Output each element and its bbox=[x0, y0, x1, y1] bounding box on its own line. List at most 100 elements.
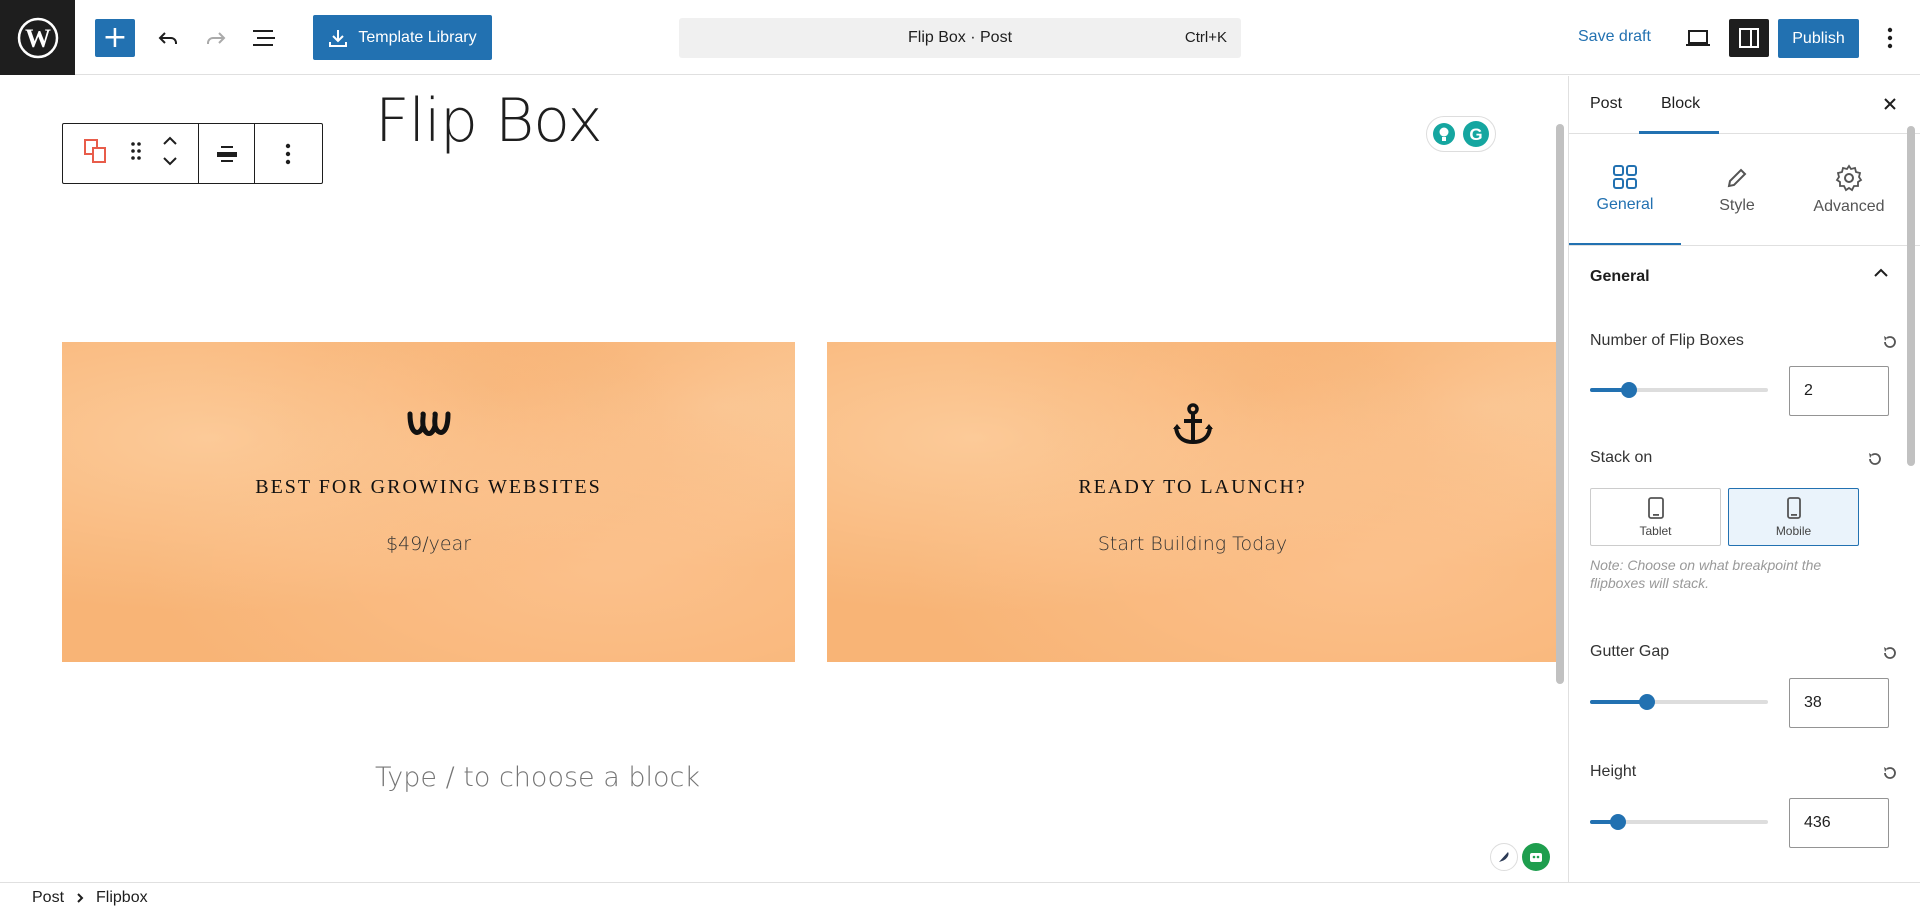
options-menu-button[interactable] bbox=[1872, 19, 1908, 57]
gutter-gap-input[interactable]: 38 bbox=[1789, 678, 1889, 728]
mobile-icon bbox=[1786, 497, 1801, 519]
height-label: Height bbox=[1590, 763, 1637, 780]
drag-handle[interactable] bbox=[130, 141, 142, 166]
reset-icon[interactable] bbox=[1882, 765, 1898, 781]
chevron-up-down-icon bbox=[163, 136, 177, 166]
number-of-flipboxes-input[interactable]: 2 bbox=[1789, 366, 1889, 416]
document-overview-button[interactable] bbox=[244, 19, 284, 57]
command-palette-button[interactable]: Flip Box · Post Ctrl+K bbox=[679, 18, 1241, 58]
more-vertical-icon bbox=[285, 143, 291, 164]
close-sidebar-button[interactable] bbox=[1876, 90, 1904, 118]
align-button[interactable] bbox=[199, 124, 255, 183]
laptop-icon bbox=[1686, 30, 1710, 46]
gutter-gap-slider[interactable] bbox=[1590, 694, 1768, 710]
lightbulb-icon bbox=[1433, 123, 1456, 145]
stack-tablet-label: Tablet bbox=[1639, 524, 1672, 538]
pencil-icon bbox=[1727, 168, 1747, 187]
breadcrumb: Post Flipbox bbox=[0, 882, 1920, 912]
wordpress-logo-button[interactable]: W bbox=[0, 0, 75, 75]
publish-label: Publish bbox=[1792, 29, 1845, 47]
grid-icon bbox=[1613, 164, 1637, 189]
anchor-icon bbox=[1171, 402, 1215, 446]
tab-style[interactable]: Style bbox=[1681, 134, 1793, 245]
reset-icon[interactable] bbox=[1882, 334, 1898, 350]
save-draft-button[interactable]: Save draft bbox=[1578, 28, 1651, 46]
reset-icon[interactable] bbox=[1867, 451, 1883, 467]
editor-header: W + Template Library Flip Box · Post Ctr… bbox=[0, 0, 1920, 75]
flipbox-block-icon bbox=[84, 139, 107, 163]
redo-icon bbox=[207, 32, 226, 44]
number-of-flipboxes-label: Number of Flip Boxes bbox=[1590, 332, 1744, 349]
shortcut-hint: Ctrl+K bbox=[1184, 29, 1227, 46]
panel-title[interactable]: General bbox=[1590, 268, 1650, 286]
height-slider[interactable] bbox=[1590, 814, 1768, 830]
move-buttons[interactable] bbox=[162, 134, 178, 173]
editor-canvas: Flip Box G BEST FOR GROWING WEBSITES $49… bbox=[0, 76, 1568, 882]
wordpress-icon: W bbox=[17, 17, 58, 58]
grammarly-icon: G bbox=[1462, 121, 1489, 147]
plus-icon: + bbox=[102, 20, 128, 55]
breadcrumb-flipbox[interactable]: Flipbox bbox=[96, 889, 148, 907]
reset-icon[interactable] bbox=[1882, 645, 1898, 661]
block-toolbar bbox=[62, 123, 323, 184]
more-vertical-icon bbox=[1887, 27, 1893, 49]
breadcrumb-post[interactable]: Post bbox=[32, 889, 64, 907]
publish-button[interactable]: Publish bbox=[1778, 19, 1859, 58]
list-view-icon bbox=[253, 30, 275, 46]
chevron-right-icon bbox=[77, 892, 84, 903]
sidebar-icon bbox=[1739, 28, 1759, 48]
robot-icon bbox=[1530, 853, 1542, 862]
stack-tablet-button[interactable]: Tablet bbox=[1590, 488, 1721, 546]
flipbox-subtitle: Start Building Today bbox=[1097, 533, 1288, 555]
settings-sidebar-toggle[interactable] bbox=[1729, 19, 1769, 57]
height-input[interactable]: 436 bbox=[1789, 798, 1889, 848]
stack-mobile-label: Mobile bbox=[1775, 524, 1812, 538]
stack-note: Note: Choose on what breakpoint the flip… bbox=[1590, 557, 1822, 591]
slider-thumb[interactable] bbox=[1621, 382, 1638, 398]
document-title: Flip Box · Post bbox=[907, 29, 1013, 46]
block-placeholder[interactable]: Type / to choose a block bbox=[375, 762, 700, 793]
flipbox-title: READY TO LAUNCH? bbox=[1078, 476, 1307, 498]
tab-advanced-label: Advanced bbox=[1813, 197, 1885, 215]
stack-mobile-button[interactable]: Mobile bbox=[1728, 488, 1859, 546]
settings-sidebar: Post Block General Style Advanced Genera… bbox=[1568, 76, 1920, 882]
tab-general-label: General bbox=[1596, 195, 1654, 213]
post-title[interactable]: Flip Box bbox=[375, 86, 603, 156]
grammarly-widget[interactable]: G bbox=[1426, 116, 1496, 152]
tab-style-label: Style bbox=[1719, 196, 1755, 214]
undo-button[interactable] bbox=[148, 19, 188, 57]
sidebar-tabs: Post Block bbox=[1569, 76, 1920, 134]
flipbox-2[interactable]: READY TO LAUNCH? Start Building Today bbox=[827, 342, 1558, 662]
number-of-flipboxes-slider[interactable] bbox=[1590, 382, 1768, 398]
feather-button[interactable] bbox=[1490, 843, 1518, 871]
slider-thumb[interactable] bbox=[1610, 814, 1627, 830]
tab-block[interactable]: Block bbox=[1661, 95, 1700, 113]
canvas-scrollbar[interactable] bbox=[1556, 124, 1564, 684]
inspector-tabs: General Style Advanced bbox=[1569, 134, 1920, 246]
tablet-icon bbox=[1647, 497, 1664, 519]
weebly-logo-icon bbox=[406, 402, 452, 446]
download-icon bbox=[329, 29, 348, 47]
add-block-button[interactable]: + bbox=[95, 19, 135, 57]
robot-button[interactable] bbox=[1522, 843, 1550, 871]
tab-general[interactable]: General bbox=[1569, 134, 1681, 245]
template-library-label: Template Library bbox=[358, 28, 477, 46]
drag-handle-icon bbox=[130, 142, 141, 160]
align-wide-icon bbox=[216, 145, 237, 162]
preview-button[interactable] bbox=[1678, 19, 1718, 57]
tab-post[interactable]: Post bbox=[1590, 95, 1622, 113]
redo-button[interactable] bbox=[196, 19, 236, 57]
feather-icon bbox=[1499, 852, 1509, 862]
block-options-button[interactable] bbox=[255, 124, 321, 183]
floating-tools bbox=[1490, 842, 1550, 872]
block-type-button[interactable] bbox=[83, 138, 109, 169]
svg-text:W: W bbox=[25, 24, 51, 53]
flipbox-subtitle: $49/year bbox=[385, 533, 472, 555]
chevron-up-icon[interactable] bbox=[1872, 264, 1890, 282]
flipbox-1[interactable]: BEST FOR GROWING WEBSITES $49/year bbox=[62, 342, 795, 662]
slider-thumb[interactable] bbox=[1638, 694, 1655, 710]
tab-advanced[interactable]: Advanced bbox=[1793, 134, 1905, 245]
block-controls bbox=[63, 124, 199, 183]
template-library-button[interactable]: Template Library bbox=[313, 15, 492, 60]
sidebar-scrollbar[interactable] bbox=[1907, 126, 1915, 466]
